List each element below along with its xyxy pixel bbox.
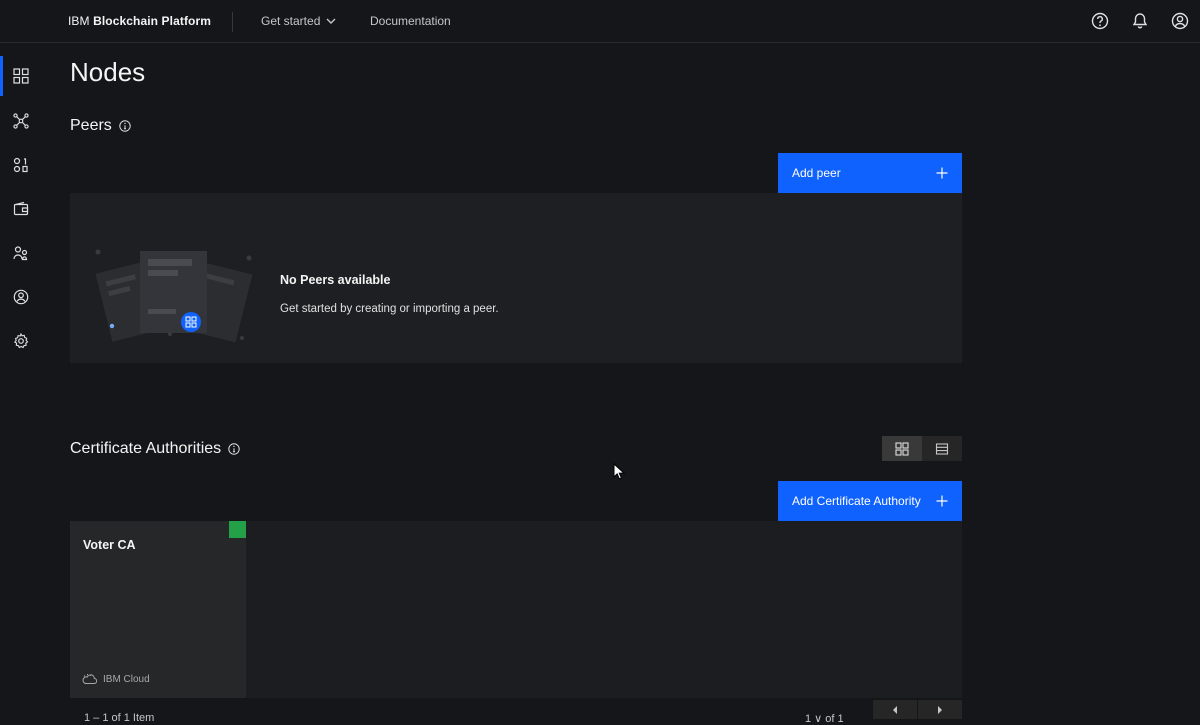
add-peer-button[interactable]: Add peer — [778, 153, 962, 193]
gear-icon — [13, 333, 29, 349]
ca-tile-location: IBM Cloud — [82, 673, 150, 685]
ca-tile-voter-ca[interactable]: Voter CA IBM Cloud — [70, 521, 246, 698]
cloud-icon — [82, 674, 97, 684]
chevron-down-icon — [326, 18, 336, 24]
sidebar-item-channels[interactable] — [0, 101, 42, 141]
list-view-button[interactable] — [922, 436, 962, 461]
previous-page-button[interactable] — [873, 700, 917, 719]
plus-icon — [936, 167, 948, 179]
empty-state-title: No Peers available — [280, 273, 391, 287]
get-started-menu[interactable]: Get started — [261, 14, 336, 28]
grid-icon — [895, 441, 909, 456]
sidebar-item-users[interactable] — [0, 233, 42, 273]
left-sidebar — [0, 44, 42, 719]
user-circle-icon — [13, 289, 29, 305]
peers-heading: Peers — [70, 117, 131, 135]
view-toggle — [882, 436, 962, 461]
sidebar-item-settings[interactable] — [0, 321, 42, 361]
pagination-item-count: 1 – 1 of 1 Item — [84, 712, 155, 724]
wallet-icon — [13, 201, 29, 216]
user-avatar-icon[interactable] — [1170, 11, 1190, 31]
mouse-pointer-icon — [613, 463, 625, 480]
pagination-bar: 1 – 1 of 1 Item 1 ∨ of 1 — [70, 700, 962, 725]
tile-view-button[interactable] — [882, 436, 922, 461]
ca-tile-name: Voter CA — [83, 538, 136, 552]
header-divider — [232, 12, 233, 32]
peers-empty-state: No Peers available Get started by creati… — [70, 193, 962, 363]
network-icon — [13, 113, 29, 129]
caret-right-icon — [938, 705, 942, 714]
notification-icon[interactable] — [1130, 11, 1150, 31]
brand-logo[interactable]: IBM Blockchain Platform — [68, 14, 211, 28]
empty-state-description: Get started by creating or importing a p… — [280, 303, 499, 315]
next-page-button[interactable] — [918, 700, 962, 719]
info-icon[interactable] — [228, 443, 240, 455]
empty-nodes-illustration — [95, 249, 253, 343]
grid-icon — [13, 68, 29, 84]
top-header: IBM Blockchain Platform Get started Docu… — [0, 0, 1200, 43]
cas-heading: Certificate Authorities — [70, 440, 240, 458]
documentation-link[interactable]: Documentation — [370, 14, 451, 28]
plus-icon — [936, 495, 948, 507]
list-icon — [935, 442, 949, 455]
caret-left-icon — [893, 705, 897, 714]
sidebar-item-smart-contracts[interactable] — [0, 145, 42, 185]
status-badge — [229, 521, 246, 538]
help-icon[interactable] — [1090, 11, 1110, 31]
sidebar-item-wallet[interactable] — [0, 189, 42, 229]
info-icon[interactable] — [119, 120, 131, 132]
sidebar-item-organizations[interactable] — [0, 277, 42, 317]
sidebar-item-nodes[interactable] — [0, 56, 42, 96]
users-icon — [13, 246, 28, 261]
binary-icon — [13, 157, 28, 173]
add-certificate-authority-button[interactable]: Add Certificate Authority — [778, 481, 962, 521]
page-title: Nodes — [70, 57, 146, 87]
